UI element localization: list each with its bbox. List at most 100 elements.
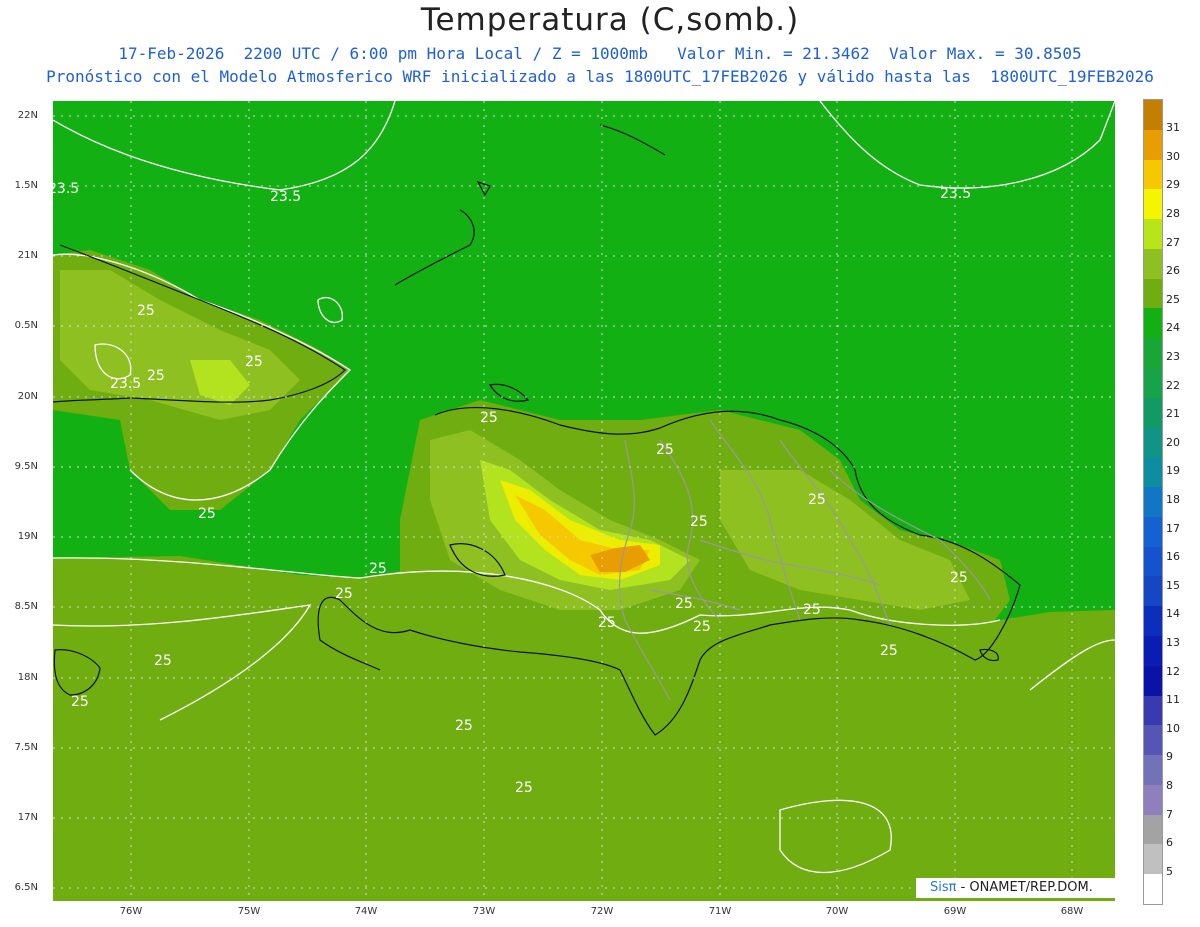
legend-swatch xyxy=(1144,189,1162,220)
lat-tick: 8.5N xyxy=(14,601,38,612)
legend-label: 29 xyxy=(1166,178,1180,191)
legend-swatch xyxy=(1144,248,1162,280)
legend-label: 12 xyxy=(1166,665,1180,678)
contour-label: 25 xyxy=(335,586,353,602)
lat-tick: 6.5N xyxy=(14,882,38,893)
legend-swatch xyxy=(1144,874,1162,905)
legend-label: 24 xyxy=(1166,321,1180,334)
lat-tick: 21N xyxy=(17,250,38,261)
contour-label: 25 xyxy=(245,354,263,370)
legend-swatch xyxy=(1144,457,1162,488)
contour-label: 25 xyxy=(455,718,473,734)
legend-swatch xyxy=(1144,516,1162,548)
legend-label: 18 xyxy=(1166,493,1180,506)
legend-label: 16 xyxy=(1166,550,1180,563)
legend-label: 14 xyxy=(1166,607,1180,620)
lat-tick: 18N xyxy=(17,672,38,683)
contour-label: 25 xyxy=(675,596,693,612)
contour-label: 25 xyxy=(147,368,165,384)
contour-label: 25 xyxy=(693,619,711,635)
legend-label: 5 xyxy=(1166,865,1173,878)
contour-label: 23.5 xyxy=(48,181,79,197)
lon-tick: 73W xyxy=(472,906,496,917)
lon-tick: 68W xyxy=(1060,906,1084,917)
lon-tick: 76W xyxy=(119,906,143,917)
legend-swatch xyxy=(1144,814,1162,845)
contour-label: 25 xyxy=(598,615,616,631)
contour-label: 25 xyxy=(656,442,674,458)
lat-tick: 9.5N xyxy=(14,461,38,472)
legend-label: 13 xyxy=(1166,636,1180,649)
lon-tick: 75W xyxy=(237,906,261,917)
legend-swatch xyxy=(1144,665,1162,697)
legend-swatch xyxy=(1144,159,1162,190)
contour-label: 25 xyxy=(880,643,898,659)
legend-swatch xyxy=(1144,129,1162,161)
legend-label: 25 xyxy=(1166,293,1180,306)
legend-label: 23 xyxy=(1166,350,1180,363)
lat-tick: 22N xyxy=(17,110,38,121)
legend-label: 10 xyxy=(1166,722,1180,735)
legend-swatch xyxy=(1144,100,1162,131)
legend-swatch xyxy=(1144,636,1162,667)
legend-swatch xyxy=(1144,606,1162,637)
legend-label: 19 xyxy=(1166,464,1180,477)
legend-label: 7 xyxy=(1166,808,1173,821)
credit-box: Sisπ - ONAMET/REP.DOM. xyxy=(916,878,1122,898)
credit-text: - ONAMET/REP.DOM. xyxy=(956,880,1093,895)
legend-swatch xyxy=(1144,338,1162,369)
contour-label: 25 xyxy=(808,492,826,508)
legend-swatch xyxy=(1144,427,1162,458)
legend-label: 22 xyxy=(1166,379,1180,392)
legend-label: 20 xyxy=(1166,436,1180,449)
legend-swatch xyxy=(1144,308,1162,339)
contour-label: 23.5 xyxy=(940,186,971,202)
lat-tick: 7.5N xyxy=(14,742,38,753)
legend-label: 6 xyxy=(1166,836,1173,849)
legend-label: 31 xyxy=(1166,121,1180,134)
legend-swatch xyxy=(1144,487,1162,518)
sispi-logo-text: Sisπ xyxy=(930,880,957,895)
legend-label: 26 xyxy=(1166,264,1180,277)
lat-tick: 20N xyxy=(17,391,38,402)
legend-label: 17 xyxy=(1166,522,1180,535)
contour-label: 25 xyxy=(137,303,155,319)
legend-swatch xyxy=(1144,755,1162,786)
temperature-map: 23.5 23.5 23.5 23.5 25 25 25 25 25 25 25… xyxy=(48,101,1115,901)
contour-label: 23.5 xyxy=(110,376,141,392)
legend-label: 30 xyxy=(1166,150,1180,163)
legend-swatch xyxy=(1144,784,1162,816)
contour-label: 25 xyxy=(950,570,968,586)
legend-swatch xyxy=(1144,695,1162,726)
legend-swatch xyxy=(1144,546,1162,577)
contour-label: 25 xyxy=(515,780,533,796)
lon-tick: 69W xyxy=(943,906,967,917)
contour-label: 25 xyxy=(154,653,172,669)
contour-label: 25 xyxy=(369,561,387,577)
legend-label: 15 xyxy=(1166,579,1180,592)
legend-label: 9 xyxy=(1166,750,1173,763)
contour-label: 25 xyxy=(803,602,821,618)
lat-tick: 0.5N xyxy=(14,320,38,331)
lon-tick: 74W xyxy=(354,906,378,917)
lon-tick: 70W xyxy=(825,906,849,917)
contour-label: 25 xyxy=(71,694,89,710)
legend-label: 27 xyxy=(1166,236,1180,249)
legend-swatch xyxy=(1144,219,1162,250)
legend-swatch xyxy=(1144,725,1162,756)
lon-tick: 71W xyxy=(708,906,732,917)
legend-label: 8 xyxy=(1166,779,1173,792)
legend-label: 11 xyxy=(1166,693,1180,706)
legend-swatch xyxy=(1144,278,1162,309)
lon-tick: 72W xyxy=(590,906,614,917)
contour-label: 25 xyxy=(690,514,708,530)
lat-tick: 19N xyxy=(17,531,38,542)
lat-tick: 17N xyxy=(17,812,38,823)
legend-label: 28 xyxy=(1166,207,1180,220)
legend-swatch xyxy=(1144,368,1162,399)
lat-tick: 1.5N xyxy=(14,180,38,191)
contour-label: 23.5 xyxy=(270,189,301,205)
legend-label: 21 xyxy=(1166,407,1180,420)
legend-swatch xyxy=(1144,576,1162,607)
legend-swatch xyxy=(1144,844,1162,875)
